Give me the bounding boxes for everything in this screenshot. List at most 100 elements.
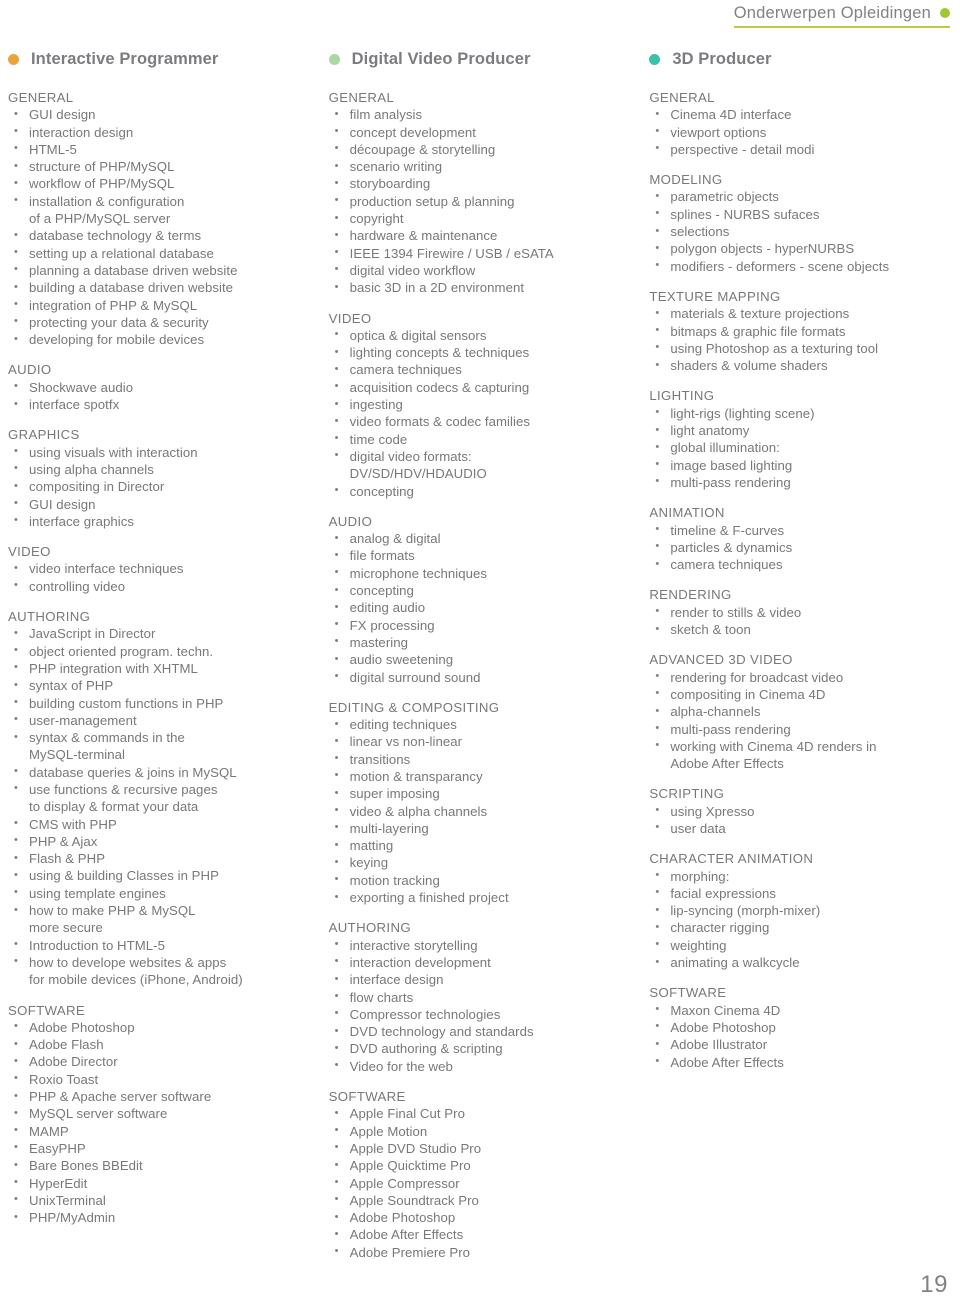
list-item-line: user data (670, 820, 726, 836)
list-item-line: shaders & volume shaders (670, 358, 828, 374)
topic-list: Adobe Photoshop Adobe FlashAdobe Director… (8, 1018, 321, 1227)
list-item-line: Adobe Flash (29, 1037, 104, 1053)
list-item: concepting (329, 482, 642, 500)
list-item-line: Adobe Premiere Pro (349, 1244, 471, 1260)
topic-list: film analysisconcept developmentdécoupag… (329, 106, 642, 297)
list-item-line: PHP & Ajax (29, 833, 98, 849)
list-item: syntax of PHP (8, 677, 321, 695)
list-item: database queries & joins in MySQL (8, 763, 321, 781)
topic-group-title: SOFTWARE (8, 1002, 86, 1018)
list-item-line: image based lighting (670, 457, 793, 473)
list-item: polygon objects - hyperNURBS (649, 240, 954, 258)
topic-list: using visuals with interactionusing alph… (8, 443, 321, 530)
topic-group-title: RENDERING (649, 587, 732, 603)
list-item-line: Maxon Cinema 4D (670, 1002, 781, 1018)
list-item-line: structure of PHP/MySQL (29, 159, 175, 175)
list-item: Apple DVD Studio Pro (329, 1139, 642, 1157)
list-item-line: Roxio Toast (29, 1071, 99, 1087)
topic-group: AUDIOShockwave audio interface spotfx (8, 361, 321, 413)
topic-group-title: SOFTWARE (649, 985, 727, 1001)
list-item: materials & texture projections (649, 305, 954, 323)
list-item: time code (329, 430, 642, 448)
list-item: Apple Soundtrack Pro (329, 1191, 642, 1209)
list-item-line: facial expressions (670, 885, 777, 901)
list-item: concept development (329, 123, 642, 141)
list-item: EasyPHP (8, 1139, 321, 1157)
list-item-line: FX processing (349, 617, 435, 633)
list-item-line: Shockwave audio (29, 379, 134, 395)
list-item: image based lighting (649, 456, 954, 474)
list-item-line: global illumination: (670, 440, 780, 456)
topic-list: Maxon Cinema 4DAdobe Photoshop Adobe Illu… (649, 1001, 954, 1071)
list-item: animating a walkcycle (649, 954, 954, 972)
list-item-line: viewport options (670, 124, 767, 140)
topic-group: TEXTURE MAPPINGmaterials & texture proje… (649, 288, 954, 374)
page-header-title: Onderwerpen Opleidingen (733, 4, 931, 22)
list-item: parametric objects (649, 188, 954, 206)
list-item: using visuals with interaction (8, 443, 321, 461)
list-item: selections (649, 223, 954, 241)
list-item: Bare Bones BBEdit (8, 1157, 321, 1175)
list-item: DVD technology and standards (329, 1023, 642, 1041)
list-item-line: editing techniques (349, 717, 457, 733)
list-item: FX processing (329, 616, 642, 634)
list-item-line: Adobe After Effects (670, 756, 784, 772)
list-item-line: digital surround sound (349, 669, 481, 685)
topic-group: ANIMATIONtimeline & F-curvesparticles & … (649, 504, 954, 573)
list-item: Compressor technologies (329, 1005, 642, 1023)
list-item-line: acquisition codecs & capturing (349, 379, 530, 395)
list-item: render to stills & video (649, 603, 954, 621)
list-item-line: Video for the web (349, 1058, 453, 1074)
list-item: building custom functions in PHP (8, 694, 321, 712)
topic-list: GUI designinteraction designHTML-5 struct… (8, 106, 321, 348)
topic-list: interactive storytellinginteraction deve… (329, 936, 642, 1075)
list-item: Apple Quicktime Pro (329, 1157, 642, 1175)
list-item-line: keying (349, 855, 389, 871)
list-item: Adobe Illustrator (649, 1036, 954, 1054)
list-item: interface graphics (8, 512, 321, 530)
list-item-line: light-rigs (lighting scene) (670, 405, 815, 421)
list-item-line: controlling video (29, 578, 126, 594)
list-item-line: CMS with PHP (29, 816, 117, 832)
list-item: user-management (8, 711, 321, 729)
list-item: concepting (329, 582, 642, 600)
list-item: video & alpha channels (329, 802, 642, 820)
list-item-line: time code (349, 431, 408, 447)
list-item-line: ingesting (349, 397, 403, 413)
list-item-line: DV/SD/HDV/HDAUDIO (349, 466, 487, 482)
list-item-line: basic 3D in a 2D environment (349, 280, 525, 296)
topic-list: optica & digital sensors lighting concept… (329, 326, 642, 500)
list-item: microphone techniques (329, 564, 642, 582)
list-item-line: database queries & joins in MySQL (29, 764, 237, 780)
list-item: viewport options (649, 123, 954, 141)
header-bullet-icon (940, 8, 950, 18)
list-item-line: interface design (349, 972, 444, 988)
topic-group: EDITING & COMPOSITINGediting techniquesl… (329, 699, 642, 907)
list-item-line: Introduction to HTML-5 (29, 937, 165, 953)
topic-list: light-rigs (lighting scene) light anatomy… (649, 404, 954, 491)
topic-group-title: AUTHORING (328, 920, 411, 936)
list-item-line: interface graphics (29, 513, 134, 529)
list-item-line: production setup & planning (349, 193, 515, 209)
list-item-line: using visuals with interaction (29, 444, 198, 460)
list-item: video interface techniques (8, 560, 321, 578)
list-item-line: concepting (349, 483, 414, 499)
column-title: Interactive Programmer (31, 49, 219, 68)
list-item: Adobe After Effects (649, 1053, 954, 1071)
list-item-line: interaction development (349, 954, 491, 970)
list-item: Adobe Photoshop (329, 1209, 642, 1227)
topic-group-title: GRAPHICS (8, 427, 80, 443)
column-digital-video-producer: Digital Video Producer GENERALfilm analy… (328, 44, 650, 1261)
list-item: protecting your data & security (8, 313, 321, 331)
columns-container: Interactive Programmer GENERALGUI design… (0, 44, 960, 1261)
list-item: découpage & storytelling (329, 140, 642, 158)
column-bullet-icon (649, 53, 661, 65)
list-item-line: DVD technology and standards (349, 1024, 534, 1040)
list-item: using Xpresso (649, 802, 954, 820)
list-item-line: selections (670, 224, 730, 240)
topic-list: editing techniqueslinear vs non-lineartr… (329, 716, 642, 907)
topic-group-title: AUDIO (328, 513, 373, 529)
list-item-line: DVD authoring & scripting (349, 1041, 503, 1057)
list-item: rendering for broadcast video (649, 668, 954, 686)
list-item-line: optica & digital sensors (349, 327, 487, 343)
